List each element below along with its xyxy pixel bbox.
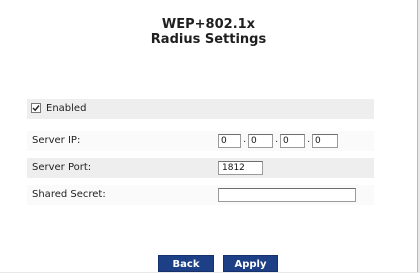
enabled-checkbox[interactable] [31,103,41,113]
page-subtitle: Radius Settings [150,32,267,47]
server-ip-octet-1[interactable]: 0 [218,134,241,148]
shared-secret-label: Shared Secret: [32,189,106,200]
enabled-row: Enabled [27,99,374,120]
checkmark-icon [32,105,40,112]
ip-separator: . [243,134,247,145]
server-port-input[interactable]: 1812 [218,161,263,175]
shared-secret-input[interactable] [218,188,356,202]
server-ip-octet-3[interactable]: 0 [280,134,305,148]
apply-button[interactable]: Apply [223,255,278,272]
server-ip-row: Server IP: 0 . 0 . 0 . 0 [27,131,374,152]
shared-secret-row: Shared Secret: [27,185,374,206]
server-port-row: Server Port: 1812 [27,158,374,179]
server-port-label: Server Port: [32,162,92,173]
enabled-label: Enabled [46,103,87,114]
settings-panel: WEP+802.1x Radius Settings Enabled Serve… [0,0,418,272]
ip-separator: . [275,134,279,145]
server-ip-octet-2[interactable]: 0 [248,134,273,148]
server-ip-label: Server IP: [32,135,81,146]
ip-separator: . [307,134,311,145]
server-ip-octet-4[interactable]: 0 [312,134,338,148]
page-title: WEP+802.1x [161,17,256,32]
back-button[interactable]: Back [158,255,214,272]
